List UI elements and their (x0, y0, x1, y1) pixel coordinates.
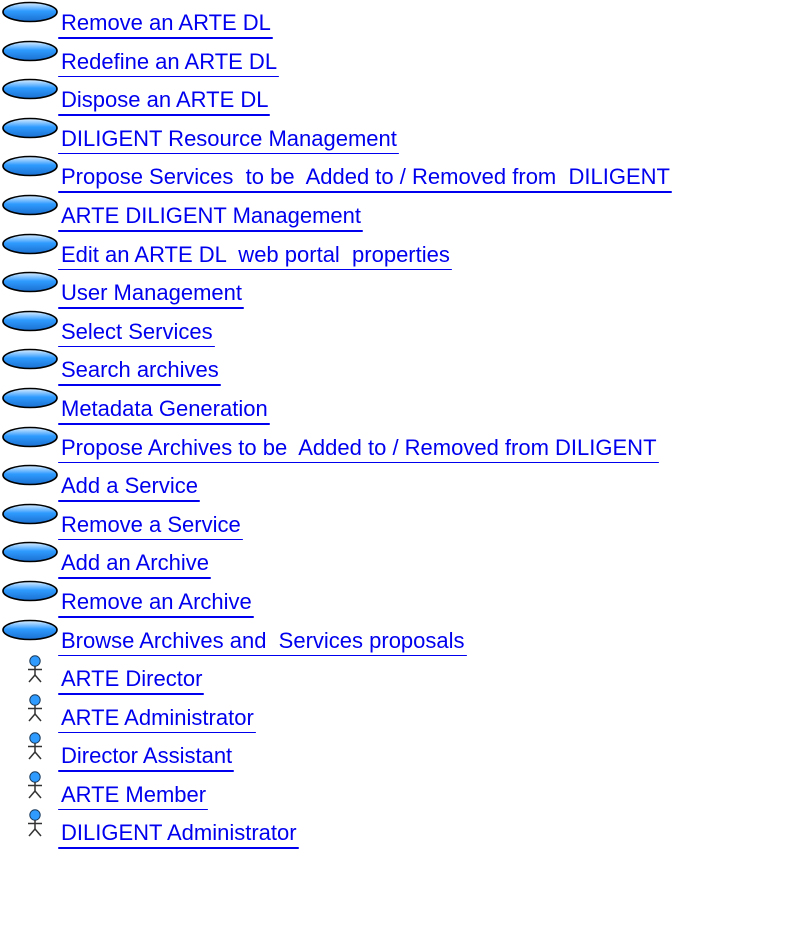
link[interactable]: DILIGENT Resource Management (61, 126, 397, 152)
use-case-icon (0, 154, 60, 184)
list-item: ARTE Administrator (0, 693, 801, 734)
list-item: Metadata Generation (0, 386, 801, 425)
link[interactable]: Propose Archives to be Added to / Remove… (61, 435, 657, 461)
use-case-icon (0, 579, 60, 609)
use-case-icon (0, 0, 60, 30)
use-case-icon (0, 309, 60, 339)
link[interactable]: DILIGENT Administrator (61, 820, 297, 846)
use-case-icon (0, 540, 60, 570)
link[interactable]: Metadata Generation (61, 396, 268, 422)
list-item: ARTE Director (0, 655, 801, 695)
use-case-icon (0, 77, 60, 107)
link[interactable]: Redefine an ARTE DL (61, 49, 277, 75)
actor-icon (0, 809, 60, 849)
list-item: Remove a Service (0, 502, 801, 541)
link-underline (58, 847, 299, 850)
use-case-icon (0, 193, 60, 223)
link[interactable]: ARTE Administrator (61, 705, 254, 731)
link[interactable]: Add an Archive (61, 550, 209, 576)
use-case-icon (0, 232, 60, 262)
use-case-icon (0, 618, 60, 648)
list-item: Select Services (0, 309, 801, 348)
list-item: DILIGENT Administrator (0, 809, 801, 850)
link[interactable]: Remove a Service (61, 512, 241, 538)
link[interactable]: Remove an ARTE DL (61, 10, 271, 36)
use-case-icon (0, 270, 60, 300)
list-item: Remove an ARTE DL (0, 0, 801, 39)
list-item: Dispose an ARTE DL (0, 77, 801, 116)
link[interactable]: Director Assistant (61, 743, 232, 769)
link[interactable]: ARTE Director (61, 666, 202, 692)
list-item: Propose Archives to be Added to / Remove… (0, 425, 801, 464)
link[interactable]: Remove an Archive (61, 589, 252, 615)
use-case-icon (0, 463, 60, 493)
list-item: User Management (0, 270, 801, 309)
list-item: Redefine an ARTE DL (0, 39, 801, 78)
list-item: DILIGENT Resource Management (0, 116, 801, 155)
use-case-icon (0, 425, 60, 455)
link[interactable]: Edit an ARTE DL web portal properties (61, 242, 450, 268)
use-case-icon (0, 347, 60, 377)
list-item: ARTE Member (0, 771, 801, 811)
list-item: Search archives (0, 347, 801, 386)
link[interactable]: User Management (61, 280, 242, 306)
link[interactable]: Propose Services to be Added to / Remove… (61, 164, 670, 190)
list-item: Director Assistant (0, 732, 801, 772)
link-list: Remove an ARTE DL Redefine an ARTE DL Di… (0, 0, 801, 850)
link[interactable]: ARTE Member (61, 782, 206, 808)
link[interactable]: ARTE DILIGENT Management (61, 203, 361, 229)
use-case-icon (0, 39, 60, 69)
actor-icon (0, 655, 60, 695)
list-item: Remove an Archive (0, 579, 801, 618)
link[interactable]: Dispose an ARTE DL (61, 87, 268, 113)
use-case-icon (0, 386, 60, 416)
list-item: ARTE DILIGENT Management (0, 193, 801, 232)
link[interactable]: Search archives (61, 357, 219, 383)
actor-icon (0, 732, 60, 772)
actor-icon (0, 693, 60, 734)
list-item: Browse Archives and Services proposals (0, 618, 801, 657)
link[interactable]: Add a Service (61, 473, 198, 499)
list-item: Add a Service (0, 463, 801, 502)
link[interactable]: Browse Archives and Services proposals (61, 628, 465, 654)
list-item: Edit an ARTE DL web portal properties (0, 232, 801, 271)
list-item: Propose Services to be Added to / Remove… (0, 154, 801, 193)
use-case-icon (0, 116, 60, 146)
actor-icon (0, 771, 60, 811)
use-case-icon (0, 502, 60, 532)
link[interactable]: Select Services (61, 319, 213, 345)
list-item: Add an Archive (0, 540, 801, 579)
